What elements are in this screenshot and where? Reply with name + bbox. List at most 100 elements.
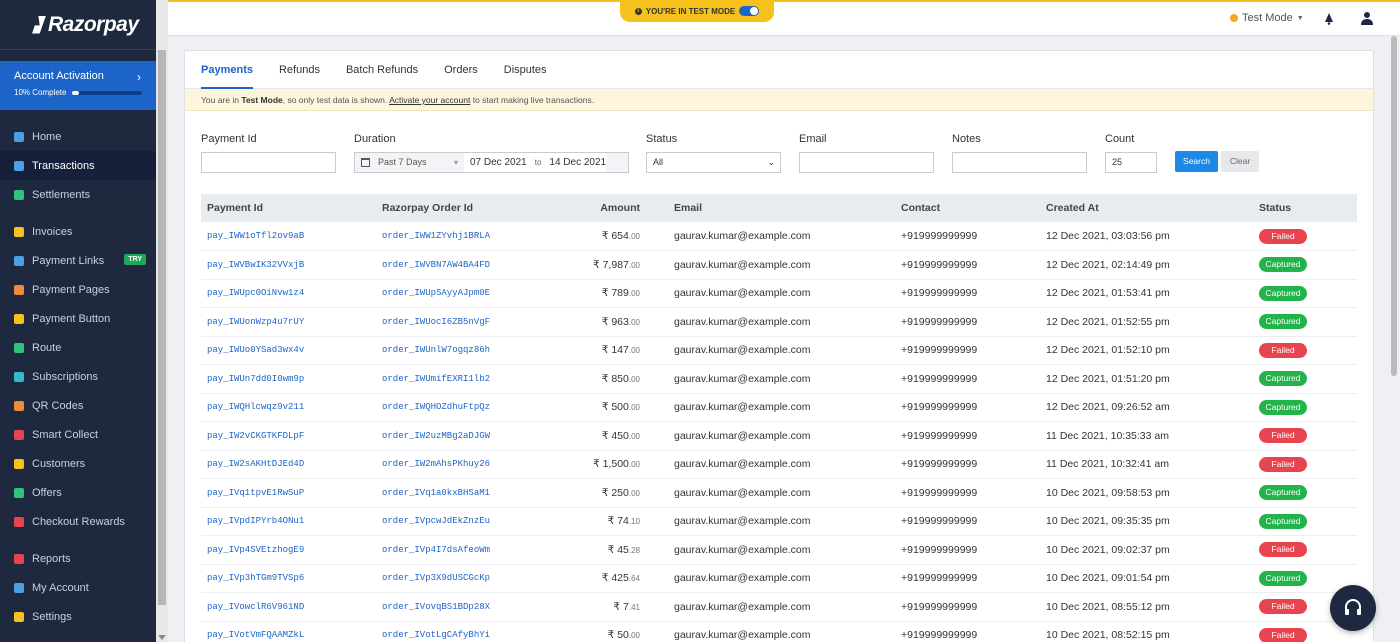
payment-id-link[interactable]: pay_IWUpc0OiNvw1z4 [201, 279, 376, 308]
created-at-cell: 10 Dec 2021, 08:52:15 pm [1040, 621, 1253, 642]
settlements-icon [14, 189, 24, 200]
table-row[interactable]: pay_IW2sAKHtDJEd4D order_IW2mAhsPKhuy26 ₹ … [201, 450, 1357, 479]
sidebar-item-label: Settlements [32, 188, 91, 201]
status-badge: Captured [1259, 285, 1307, 301]
table-row[interactable]: pay_IVp4SVEtzhogE9 order_IVp4I7dsAfeoWm ₹ … [201, 535, 1357, 565]
order-id-link[interactable]: order_IVotLgCAfyBhYi [376, 621, 561, 642]
payment-id-link[interactable]: pay_IW2sAKHtDJEd4D [201, 450, 376, 479]
sidebar-item-qr-codes[interactable]: QR Codes [0, 391, 156, 420]
table-row[interactable]: pay_IVq1tpvE1RwSuP order_IVq1a0kxBHSaM1 ₹ … [201, 478, 1357, 508]
table-row[interactable]: pay_IW2vCKGTKFDLpF order_IW2uzMBg2aDJGW ₹ … [201, 421, 1357, 451]
sidebar-scrollbar-thumb[interactable] [158, 50, 166, 605]
sidebar-item-checkout-rewards[interactable]: Checkout Rewards [0, 507, 156, 536]
payment-id-input[interactable] [201, 152, 336, 173]
sidebar-item-home[interactable]: Home [0, 122, 156, 151]
table-row[interactable]: pay_IVowclR6V961ND order_IVovqBS1BDp28X ₹ … [201, 592, 1357, 622]
status-badge: Captured [1259, 485, 1307, 501]
table-row[interactable]: pay_IWUn7dd0I0wm9p order_IWUmifEXRI1lb2 ₹ … [201, 364, 1357, 394]
search-button[interactable]: Search [1175, 151, 1218, 172]
order-id-link[interactable]: order_IW2mAhsPKhuy26 [376, 450, 561, 479]
payment-id-link[interactable]: pay_IWVBwIK32VVxjB [201, 250, 376, 280]
order-id-link[interactable]: order_IWUmifEXRI1lb2 [376, 364, 561, 394]
payment-id-link[interactable]: pay_IVowclR6V961ND [201, 592, 376, 622]
payment-id-link[interactable]: pay_IW2vCKGTKFDLpF [201, 421, 376, 451]
payment-id-link[interactable]: pay_IVp3hTGm9TVSp6 [201, 564, 376, 593]
tab-refunds[interactable]: Refunds [279, 51, 320, 89]
transactions-icon [14, 160, 24, 171]
sidebar-item-invoices[interactable]: Invoices [0, 217, 156, 246]
activate-account-link[interactable]: Activate your account [389, 95, 470, 105]
sidebar-item-route[interactable]: Route [0, 333, 156, 362]
table-row[interactable]: pay_IWQHlcwqz9v211 order_IWQHOZdhuFtpQz ₹ … [201, 393, 1357, 422]
table-row[interactable]: pay_IVp3hTGm9TVSp6 order_IVp3X9dUSCGcKp ₹ … [201, 564, 1357, 593]
status-select[interactable]: All ⌄ [646, 152, 781, 173]
order-id-link[interactable]: order_IVovqBS1BDp28X [376, 592, 561, 622]
account-activation-card[interactable]: Account Activation › 10% Complete [0, 61, 156, 110]
tab-batch-refunds[interactable]: Batch Refunds [346, 51, 418, 89]
tab-disputes[interactable]: Disputes [504, 51, 547, 89]
table-row[interactable]: pay_IWW1oTfl2ov9aB order_IWW1ZYvhj1BRLA ₹ … [201, 222, 1357, 251]
payment-id-link[interactable]: pay_IVq1tpvE1RwSuP [201, 478, 376, 508]
order-id-link[interactable]: order_IVp4I7dsAfeoWm [376, 535, 561, 565]
payment-id-link[interactable]: pay_IWUonWzp4u7rUY [201, 307, 376, 337]
clear-button[interactable]: Clear [1221, 151, 1259, 172]
sidebar-item-reports[interactable]: Reports [0, 544, 156, 573]
payment-id-link[interactable]: pay_IVpdIPYrb4ONu1 [201, 507, 376, 536]
order-id-link[interactable]: order_IWW1ZYvhj1BRLA [376, 222, 561, 251]
sidebar-item-offers[interactable]: Offers [0, 478, 156, 507]
order-id-link[interactable]: order_IVp3X9dUSCGcKp [376, 564, 561, 593]
sidebar-item-payment-pages[interactable]: Payment Pages [0, 275, 156, 304]
email-cell: gaurav.kumar@example.com [668, 279, 895, 308]
date-to: 14 Dec 2021 [549, 157, 607, 168]
payment-id-link[interactable]: pay_IWUo0YSad3wx4v [201, 336, 376, 365]
count-input[interactable]: 25 [1105, 152, 1157, 173]
sidebar-item-payment-links[interactable]: Payment Links TRY [0, 246, 156, 275]
date-range[interactable]: 07 Dec 2021 to 14 Dec 2021 [464, 153, 607, 172]
table-row[interactable]: pay_IWUonWzp4u7rUY order_IWUocI6ZB5nVgF ₹ … [201, 307, 1357, 337]
payment-id-link[interactable]: pay_IWUn7dd0I0wm9p [201, 364, 376, 394]
main-scrollbar[interactable] [1388, 36, 1400, 642]
payment-id-link[interactable]: pay_IVp4SVEtzhogE9 [201, 535, 376, 565]
announcements-icon[interactable] [1322, 11, 1336, 25]
order-id-link[interactable]: order_IWUocI6ZB5nVgF [376, 307, 561, 337]
sidebar-item-my-account[interactable]: My Account [0, 573, 156, 602]
razorpay-logo[interactable]: Razorpay [0, 0, 156, 50]
payment-id-link[interactable]: pay_IWW1oTfl2ov9aB [201, 222, 376, 251]
tab-orders[interactable]: Orders [444, 51, 478, 89]
order-id-link[interactable]: order_IWQHOZdhuFtpQz [376, 393, 561, 422]
table-row[interactable]: pay_IWVBwIK32VVxjB order_IWVBN7AW4BA4FD ₹ … [201, 250, 1357, 280]
duration-select[interactable]: Past 7 Days [378, 153, 464, 172]
order-id-link[interactable]: order_IVq1a0kxBHSaM1 [376, 478, 561, 508]
sidebar-item-payment-button[interactable]: Payment Button [0, 304, 156, 333]
support-chat-button[interactable] [1330, 585, 1376, 631]
table-row[interactable]: pay_IWUo0YSad3wx4v order_IWUnlW7ogqz86h ₹ … [201, 336, 1357, 365]
order-id-link[interactable]: order_IWUnlW7ogqz86h [376, 336, 561, 365]
contact-cell: +919999999999 [895, 307, 1040, 337]
sidebar-item-settings[interactable]: Settings [0, 602, 156, 631]
sidebar-item-subscriptions[interactable]: Subscriptions [0, 362, 156, 391]
try-badge: TRY [124, 254, 146, 265]
payment-id-link[interactable]: pay_IWQHlcwqz9v211 [201, 393, 376, 422]
sidebar-item-customers[interactable]: Customers [0, 449, 156, 478]
order-id-link[interactable]: order_IWUpSAyyAJpm0E [376, 279, 561, 308]
notes-input[interactable] [952, 152, 1087, 173]
email-input[interactable] [799, 152, 934, 173]
table-row[interactable]: pay_IVotVmFQAAMZkL order_IVotLgCAfyBhYi ₹ … [201, 621, 1357, 642]
sidebar-item-settlements[interactable]: Settlements [0, 180, 156, 209]
payment-id-label: Payment Id [201, 133, 257, 145]
tab-payments[interactable]: Payments [201, 51, 253, 89]
sidebar-scrollbar[interactable] [156, 0, 168, 642]
table-row[interactable]: pay_IWUpc0OiNvw1z4 order_IWUpSAyyAJpm0E ₹ … [201, 279, 1357, 308]
mode-selector[interactable]: Test Mode ▼ [1230, 12, 1304, 24]
order-id-link[interactable]: order_IWVBN7AW4BA4FD [376, 250, 561, 280]
user-icon[interactable] [1360, 11, 1374, 25]
table-row[interactable]: pay_IVpdIPYrb4ONu1 order_IVpcwJdEkZnzEu ₹ … [201, 507, 1357, 536]
payment-id-link[interactable]: pay_IVotVmFQAAMZkL [201, 621, 376, 642]
sidebar-item-smart-collect[interactable]: Smart Collect [0, 420, 156, 449]
order-id-link[interactable]: order_IVpcwJdEkZnzEu [376, 507, 561, 536]
test-mode-toggle[interactable] [739, 6, 760, 16]
scroll-down-arrow-icon[interactable] [158, 635, 166, 640]
main-scrollbar-thumb[interactable] [1391, 36, 1397, 376]
sidebar-item-transactions[interactable]: Transactions [0, 151, 156, 180]
order-id-link[interactable]: order_IW2uzMBg2aDJGW [376, 421, 561, 451]
